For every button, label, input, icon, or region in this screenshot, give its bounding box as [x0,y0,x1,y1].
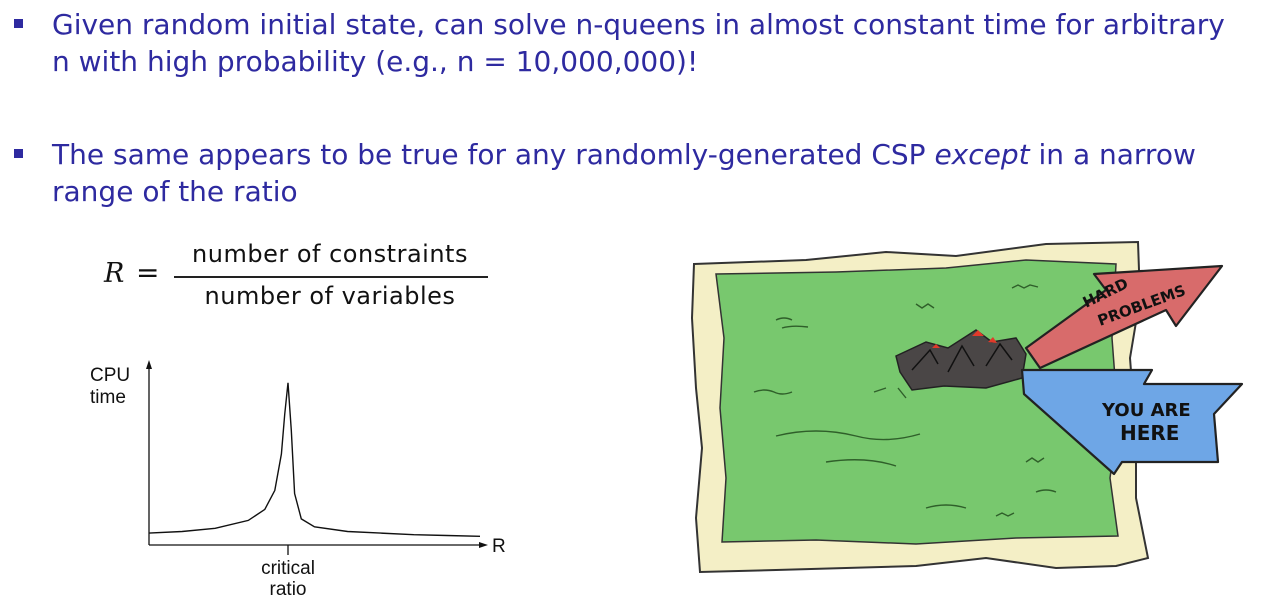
formula-denominator: number of variables [204,282,456,310]
bullet-marker [14,149,23,158]
ratio-formula: R = number of constraints number of vari… [104,238,504,318]
bullet-marker [14,19,23,28]
bullet-2-text: The same appears to be true for any rand… [52,136,1244,210]
sign-bottom-line2: HERE [1120,421,1179,445]
formula-lhs: R [104,258,125,289]
y-axis-label-line2: time [90,387,126,408]
x-axis-label: R [492,536,506,557]
y-axis-label-line1: CPU [90,365,130,386]
bullet-1-text: Given random initial state, can solve n-… [52,8,1225,78]
map-illustration: HARD PROBLEMS YOU ARE HERE [690,240,1244,574]
formula-numerator: number of constraints [192,240,468,268]
cpu-time-chart: CPU time R critical ratio [90,360,506,600]
bullet-2-text-before: The same appears to be true for any rand… [52,138,935,171]
tick-label-line1: critical [261,558,315,579]
tick-label-line2: ratio [270,579,307,600]
bullet-2: The same appears to be true for any rand… [14,136,1244,210]
bullet-1: Given random initial state, can solve n-… [14,6,1244,80]
x-axis-arrow [479,542,488,548]
y-axis-arrow [146,360,152,369]
fraction-bar [174,276,488,278]
cpu-time-curve [148,382,481,537]
sign-bottom-line1: YOU ARE [1101,400,1191,421]
formula-equals: = [136,256,160,289]
bullet-2-text-italic: except [934,138,1030,171]
